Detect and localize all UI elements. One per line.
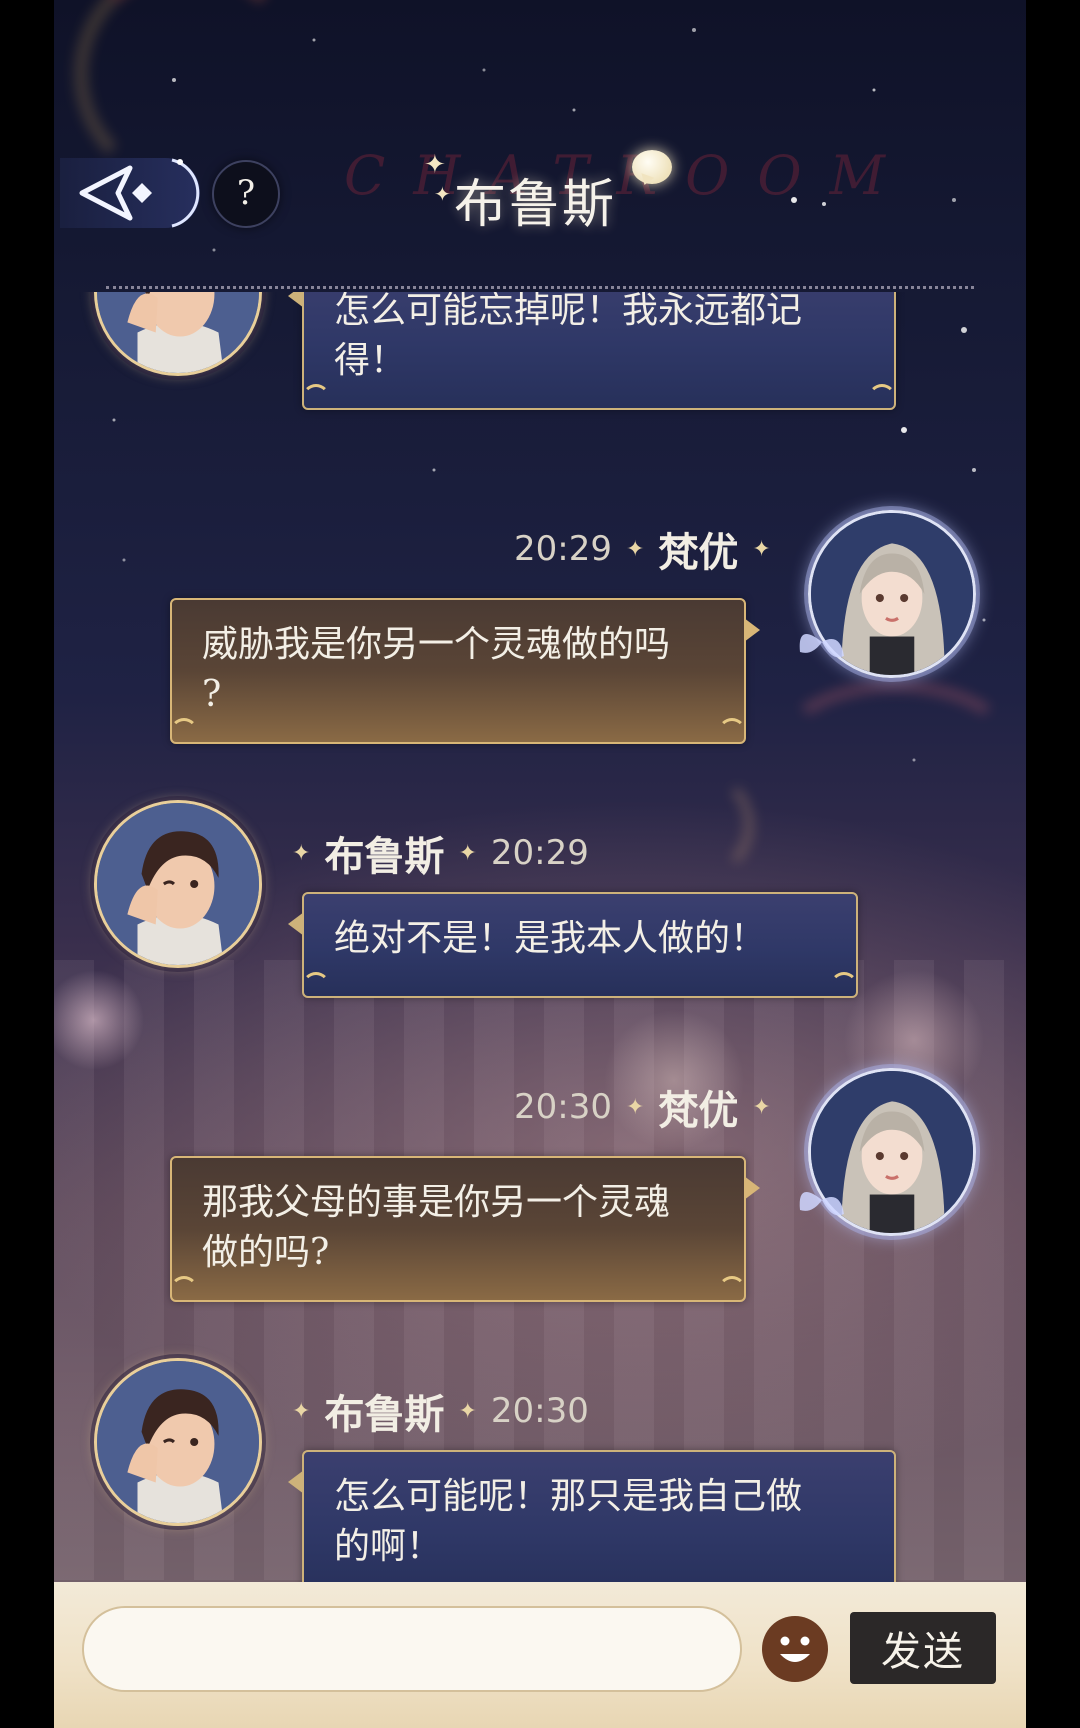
message-text-line: 做的吗? <box>202 1232 330 1273</box>
help-button[interactable]: ? <box>212 160 280 228</box>
message-time: 20:29 <box>514 529 612 569</box>
sender-name: 梵优 <box>658 1088 739 1134</box>
bubble-curl-decoration <box>868 384 896 412</box>
message-header: ✦ 布鲁斯 ✦ 20:30 <box>292 1382 589 1440</box>
sparkle-icon: ✦ <box>424 150 446 180</box>
message-header: 20:29 ✦ 梵优 ✦ <box>514 520 771 578</box>
message-text-line: 怎么可能忘掉呢！我永远都记 <box>334 292 803 331</box>
message-text-line: 绝对不是！是我本人做的！ <box>334 918 767 959</box>
sparkle-icon: ✦ <box>458 1398 477 1424</box>
chat-screen: ? CHATROOM ✦ ✦ 布鲁斯 怎么可能忘掉呢！我永远都记 得！ 20:2… <box>54 0 1026 1728</box>
avatar-bruce[interactable] <box>94 1358 262 1526</box>
message-bubble: 那我父母的事是你另一个灵魂 做的吗? <box>170 1156 760 1304</box>
male-portrait-icon <box>97 1361 259 1523</box>
avatar-bruce[interactable] <box>94 800 262 968</box>
bubble-curl-decoration <box>170 718 198 746</box>
back-arrow-icon[interactable] <box>60 148 200 238</box>
bubble-curl-decoration <box>830 972 858 1000</box>
chat-bubble-icon <box>632 150 672 184</box>
bubble-curl-decoration <box>718 1276 746 1304</box>
female-portrait-icon <box>811 513 973 675</box>
chat-title: 布鲁斯 <box>454 175 617 235</box>
sparkle-icon: ✦ <box>434 182 451 206</box>
avatar-fanyou[interactable] <box>808 1068 976 1236</box>
sparkle-icon: ✦ <box>752 1094 771 1120</box>
sparkle-icon: ✦ <box>625 1094 645 1120</box>
smiley-icon[interactable] <box>760 1614 830 1684</box>
message-bubble: 怎么可能忘掉呢！我永远都记 得！ <box>288 292 896 412</box>
sender-name: 梵优 <box>658 530 739 576</box>
bubble-curl-decoration <box>170 1276 198 1304</box>
message-text-line: 那我父母的事是你另一个灵魂 <box>202 1182 671 1223</box>
sender-name: 布鲁斯 <box>324 1392 445 1438</box>
message-text-line: 威胁我是你另一个灵魂做的吗 <box>202 624 671 665</box>
male-portrait-icon <box>97 292 259 373</box>
message-list[interactable]: 怎么可能忘掉呢！我永远都记 得！ 20:29 ✦ 梵优 ✦ 威胁我是你另一个灵魂… <box>54 292 1026 1582</box>
message-text-line: 怎么可能呢！那只是我自己做 <box>334 1476 803 1517</box>
message-bubble: 怎么可能呢！那只是我自己做 的啊！ <box>288 1450 896 1582</box>
sparkle-icon: ✦ <box>625 536 645 562</box>
sender-name: 布鲁斯 <box>324 834 445 880</box>
message-bubble: 威胁我是你另一个灵魂做的吗 ? <box>170 598 760 746</box>
message-header: ✦ 布鲁斯 ✦ 20:29 <box>292 824 589 882</box>
message-time: 20:30 <box>514 1087 612 1127</box>
message-bubble: 绝对不是！是我本人做的！ <box>288 892 858 1000</box>
sparkle-icon: ✦ <box>292 840 311 866</box>
message-text-line: 的啊！ <box>334 1526 443 1567</box>
female-portrait-icon <box>811 1071 973 1233</box>
header-divider <box>106 286 974 289</box>
male-portrait-icon <box>97 803 259 965</box>
message-text-line: ? <box>202 674 222 715</box>
sparkle-icon: ✦ <box>292 1398 311 1424</box>
message-text-line: 得！ <box>334 340 407 381</box>
sparkle-icon: ✦ <box>458 840 477 866</box>
input-bar: 发送 <box>54 1582 1026 1728</box>
header: ? CHATROOM ✦ ✦ 布鲁斯 <box>54 0 1026 290</box>
bubble-curl-decoration <box>302 384 330 412</box>
sparkle-icon: ✦ <box>752 536 771 562</box>
send-button[interactable]: 发送 <box>850 1612 996 1684</box>
message-time: 20:29 <box>490 833 589 873</box>
message-time: 20:30 <box>490 1391 589 1431</box>
bubble-curl-decoration <box>718 718 746 746</box>
avatar-fanyou[interactable] <box>808 510 976 678</box>
message-header: 20:30 ✦ 梵优 ✦ <box>514 1078 771 1136</box>
avatar-bruce[interactable] <box>94 292 262 376</box>
bubble-curl-decoration <box>302 972 330 1000</box>
message-input[interactable] <box>82 1606 742 1692</box>
